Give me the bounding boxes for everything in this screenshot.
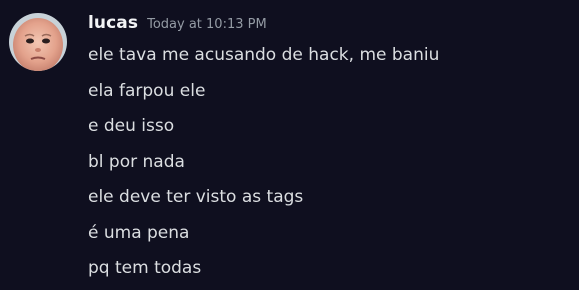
message-line: bl por nada (88, 151, 185, 172)
message-header: lucas Today at 10:13 PM (88, 13, 267, 39)
message-line: ele tava me acusando de hack, me baniu (88, 45, 440, 65)
message-line: é uma pena (88, 222, 190, 243)
message-line: e deu isso (88, 116, 175, 136)
message-line: ela farpou ele (88, 80, 206, 101)
user-avatar[interactable] (9, 13, 67, 71)
message-timestamp: Today at 10:13 PM (147, 17, 267, 32)
author-name[interactable]: lucas (88, 13, 138, 33)
message-line: ele deve ter visto as tags (88, 187, 304, 207)
avatar-photo-icon (9, 13, 67, 71)
message-group: lucas Today at 10:13 PM ele tava me acus… (0, 0, 579, 290)
message-content: ele tava me acusando de hack, me baniu e… (88, 40, 568, 289)
message-line: pq tem todas (88, 258, 202, 278)
